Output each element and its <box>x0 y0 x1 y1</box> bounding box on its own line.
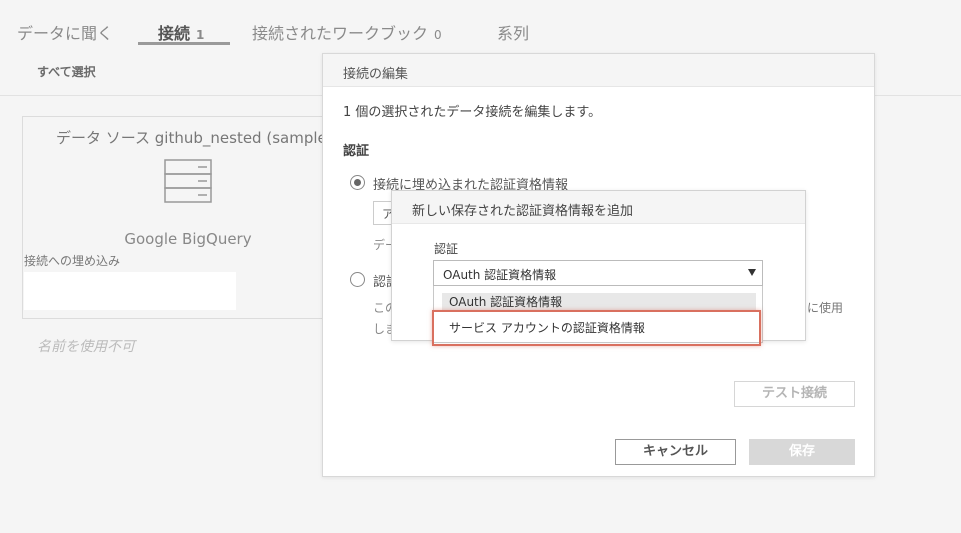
test-connection-button[interactable]: テスト接続 <box>734 381 855 407</box>
select-all-button[interactable]: すべて選択 <box>37 63 96 80</box>
database-server-icon <box>164 159 212 203</box>
radio-embedded-credentials[interactable] <box>350 175 365 190</box>
option-service-account-label: サービス アカウントの認証資格情報 <box>449 321 645 335</box>
tab-lineage-label: 系列 <box>497 24 530 43</box>
tab-connections[interactable]: 接続 1 <box>158 20 204 44</box>
active-tab-underline <box>138 42 230 45</box>
option-oauth[interactable]: OAuth 認証資格情報 <box>442 293 756 311</box>
tab-workbooks-label: 接続されたワークブック <box>252 24 429 43</box>
auth-type-selected-value: OAuth 認証資格情報 <box>443 268 557 282</box>
tab-connections-count: 1 <box>196 28 205 42</box>
datasource-type: Google BigQuery <box>124 230 252 248</box>
datasource-card[interactable]: データ ソース github_nested (samples Google Bi… <box>22 116 335 319</box>
option-service-account[interactable]: サービス アカウントの認証資格情報 <box>432 310 761 346</box>
tab-workbooks-count: 0 <box>434 28 442 42</box>
datasource-title: データ ソース github_nested (samples <box>56 129 335 147</box>
tab-ask-data-label: データに聞く <box>17 24 114 43</box>
embed-value-area <box>24 272 236 310</box>
auth-label: 認証 <box>434 242 459 256</box>
tab-connections-label: 接続 <box>158 24 191 43</box>
add-credential-title: 新しい保存された認証資格情報を追加 <box>412 204 634 219</box>
save-button[interactable]: 保存 <box>749 439 855 465</box>
name-unavailable-text: 名前を使用不可 <box>37 339 135 355</box>
partial-description-right: に使用 <box>807 301 844 315</box>
top-tabs: データに聞く 接続 1 接続されたワークブック 0 系列 <box>0 0 961 48</box>
dialog-description: 1 個の選択されたデータ接続を編集します。 <box>343 105 602 120</box>
caret-down-icon <box>748 269 756 276</box>
radio-prompt-credentials[interactable] <box>350 272 365 287</box>
tab-ask-data[interactable]: データに聞く <box>17 20 113 44</box>
tab-connected-workbooks[interactable]: 接続されたワークブック 0 <box>252 20 442 44</box>
auth-heading: 認証 <box>343 144 370 159</box>
tab-lineage[interactable]: 系列 <box>497 20 529 44</box>
embed-label: 接続への埋め込み <box>24 254 121 268</box>
dialog-title: 接続の編集 <box>343 67 409 82</box>
auth-type-select[interactable]: OAuth 認証資格情報 <box>433 260 763 286</box>
cancel-button[interactable]: キャンセル <box>615 439 736 465</box>
